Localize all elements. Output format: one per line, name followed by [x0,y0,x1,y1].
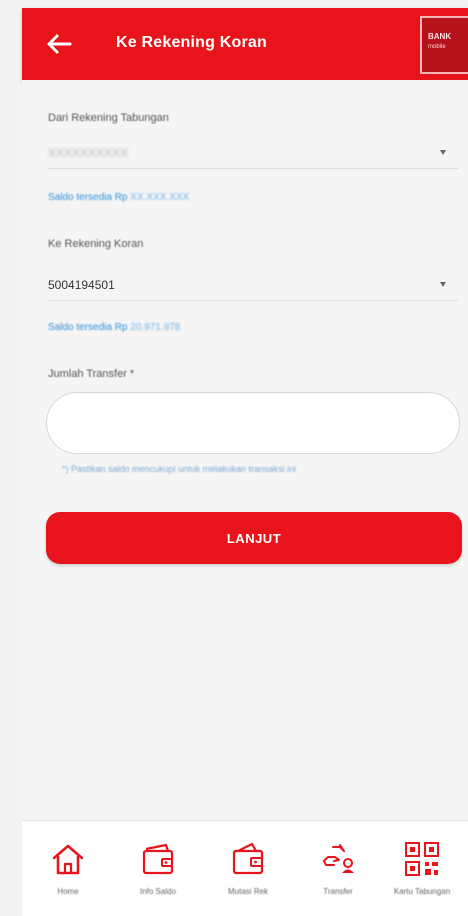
back-arrow-icon [47,34,72,54]
amount-label: Jumlah Transfer * [48,368,135,380]
transfer-form: Dari Rekening Tabungan XXXXXXXXXX Saldo … [22,80,468,820]
mutation-icon [232,842,264,875]
to-balance-value: 20.971.978 [130,322,181,333]
home-icon [52,844,84,875]
to-account-value: 5004194501 [48,278,115,292]
to-balance: Saldo tersedia Rp 20.971.978 [48,322,180,333]
nav-item-kartu-tabungan[interactable]: Kartu Tabungan [378,839,466,909]
bank-logo: BANK mobile [420,16,468,74]
back-button[interactable] [44,30,74,58]
nav-label-kartu-tabungan: Kartu Tabungan [393,887,451,896]
chevron-down-icon [440,150,446,155]
amount-hint: *) Pastikan saldo mencukupi untuk melaku… [62,464,297,474]
from-balance-value: XX.XXX.XXX [130,192,190,203]
transfer-icon [323,844,354,873]
nav-item-transfer[interactable]: Transfer [294,839,382,909]
next-button[interactable]: LANJUT [46,512,462,564]
qr-code-icon [405,842,439,876]
nav-label-home: Home [57,887,79,896]
page-title: Ke Rekening Koran [116,34,267,51]
nav-label-info-saldo: Info Saldo [139,887,177,896]
nav-item-info-saldo[interactable]: Info Saldo [114,839,202,909]
to-account-label: Ke Rekening Koran [48,238,144,250]
bottom-navigation: Home Info Saldo Mutasi Rek Transfer Kart… [22,820,468,916]
nav-item-mutasi-rek[interactable]: Mutasi Rek [204,839,292,909]
app-header: Ke Rekening Koran BANK mobile [22,8,468,80]
from-account-value: XXXXXXXXXX [48,146,129,160]
nav-item-home[interactable]: Home [24,839,112,909]
logo-text-bottom: mobile [428,44,446,50]
nav-label-transfer: Transfer [323,887,353,896]
wallet-icon [142,843,174,875]
app-screen: Ke Rekening Koran BANK mobile Dari Reken… [0,0,468,916]
amount-input[interactable] [46,392,460,454]
from-balance: Saldo tersedia Rp XX.XXX.XXX [48,192,189,203]
to-account-select[interactable]: 5004194501 [48,272,458,301]
logo-text-top: BANK [428,32,452,41]
chevron-down-icon [440,282,446,287]
nav-label-mutasi-rek: Mutasi Rek [227,887,268,896]
to-balance-label: Saldo tersedia Rp [48,322,128,333]
from-account-label: Dari Rekening Tabungan [48,112,169,124]
from-balance-label: Saldo tersedia Rp [48,192,128,203]
from-account-select[interactable]: XXXXXXXXXX [48,140,458,169]
